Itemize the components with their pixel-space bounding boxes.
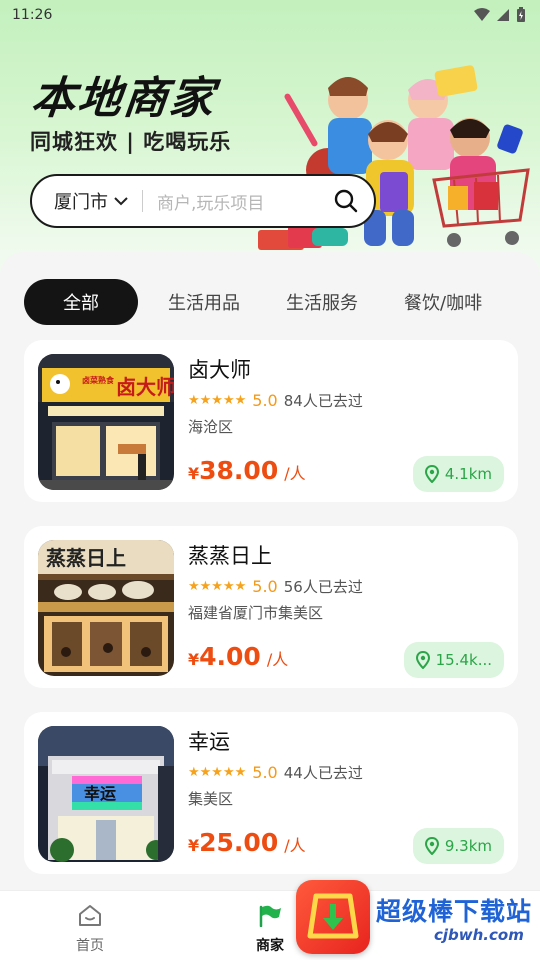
- watermark-url: cjbwh.com: [434, 926, 524, 944]
- visited-count: 44人已去过: [283, 764, 363, 782]
- tab-daily-goods[interactable]: 生活用品: [168, 289, 240, 315]
- watermark-logo-icon: [296, 880, 370, 954]
- price-unit: /人: [266, 650, 289, 669]
- price-unit: /人: [284, 464, 306, 483]
- store-rating: ★★★★★ 5.0 56人已去过: [188, 576, 363, 597]
- distance-badge[interactable]: 4.1km: [412, 456, 504, 492]
- distance-value: 9.3km: [444, 837, 492, 855]
- price-unit: /人: [284, 836, 306, 855]
- store-sign: 卤大师: [116, 376, 174, 399]
- flag-icon: [259, 905, 281, 928]
- category-tabs: 全部 生活用品 生活服务 餐饮/咖啡: [24, 279, 540, 325]
- store-price: ¥ 25.00 /人: [188, 828, 306, 857]
- store-price: ¥ 38.00 /人: [188, 456, 306, 485]
- rating-score: 5.0: [252, 577, 278, 596]
- search-icon[interactable]: [334, 189, 358, 213]
- tab-food-coffee[interactable]: 餐饮/咖啡: [404, 289, 482, 315]
- store-area: 福建省厦门市集美区: [188, 604, 324, 622]
- store-image: 幸运: [38, 726, 174, 862]
- star-rating-icon: ★★★★★: [188, 765, 247, 780]
- store-name: 蒸蒸日上: [188, 544, 272, 568]
- chevron-down-icon: [114, 197, 128, 206]
- location-pin-icon: [424, 465, 439, 483]
- store-image: 卤菜熟食 卤大师: [38, 354, 174, 490]
- search-divider: [142, 190, 143, 212]
- distance-value: 4.1km: [444, 465, 492, 483]
- status-time: 11:26: [12, 7, 53, 23]
- signal-icon: [497, 9, 509, 21]
- price-amount: 4.00: [199, 642, 261, 671]
- store-area: 海沧区: [188, 418, 234, 436]
- status-icons: [474, 7, 526, 23]
- store-card[interactable]: 幸运 幸运 ★★★★★ 5.0 44人已去过 集美区 ¥ 25.00 /人 9.…: [24, 712, 518, 874]
- watermark-overlay: 超级棒下载站 cjbwh.com: [296, 880, 540, 960]
- store-sign: 幸运: [84, 784, 116, 803]
- store-name: 卤大师: [188, 358, 251, 382]
- store-card[interactable]: 蒸蒸日上 蒸蒸日上 ★★★★★ 5.0 56人已去过 福建省厦门市集美区 ¥ 4…: [24, 526, 518, 688]
- tabbar-home-label: 首页: [76, 938, 104, 954]
- battery-icon: [517, 7, 525, 22]
- price-currency: ¥: [188, 650, 200, 669]
- store-price: ¥ 4.00 /人: [188, 642, 288, 671]
- distance-badge[interactable]: 9.3km: [412, 828, 504, 864]
- store-rating: ★★★★★ 5.0 84人已去过: [188, 390, 363, 411]
- distance-value: 15.4k...: [435, 651, 492, 669]
- search-bar[interactable]: 厦门市 商户,玩乐项目: [30, 174, 376, 228]
- visited-count: 84人已去过: [283, 392, 363, 410]
- star-rating-icon: ★★★★★: [188, 579, 247, 594]
- city-selector[interactable]: 厦门市: [54, 188, 128, 214]
- price-amount: 38.00: [199, 456, 279, 485]
- status-bar: 11:26: [0, 0, 540, 30]
- store-sign: 蒸蒸日上: [46, 546, 126, 570]
- tabbar-home[interactable]: 首页: [50, 903, 130, 955]
- price-currency: ¥: [188, 836, 200, 855]
- store-area: 集美区: [188, 790, 234, 808]
- store-rating: ★★★★★ 5.0 44人已去过: [188, 762, 363, 783]
- page-subtitle: 同城狂欢 | 吃喝玩乐: [30, 130, 232, 154]
- search-input[interactable]: 商户,玩乐项目: [157, 189, 334, 214]
- price-currency: ¥: [188, 464, 200, 483]
- home-icon: [79, 905, 101, 926]
- location-pin-icon: [415, 651, 430, 669]
- store-sign-prefix: 卤菜熟食: [82, 375, 115, 385]
- tab-all[interactable]: 全部: [24, 279, 138, 325]
- rating-score: 5.0: [252, 763, 278, 782]
- star-rating-icon: ★★★★★: [188, 393, 247, 408]
- city-label: 厦门市: [54, 192, 108, 213]
- wifi-icon: [474, 8, 490, 21]
- page-title: 本地商家: [28, 73, 219, 124]
- tab-life-services[interactable]: 生活服务: [286, 289, 358, 315]
- store-card[interactable]: 卤菜熟食 卤大师 卤大师 ★★★★★ 5.0 84人已去过 海沧区 ¥ 38.0…: [24, 340, 518, 502]
- distance-badge[interactable]: 15.4k...: [403, 642, 504, 678]
- location-pin-icon: [424, 837, 439, 855]
- store-name: 幸运: [188, 730, 230, 754]
- visited-count: 56人已去过: [283, 578, 363, 596]
- rating-score: 5.0: [252, 391, 278, 410]
- price-amount: 25.00: [199, 828, 279, 857]
- watermark-text: 超级棒下载站: [376, 897, 533, 926]
- store-image: 蒸蒸日上: [38, 540, 174, 676]
